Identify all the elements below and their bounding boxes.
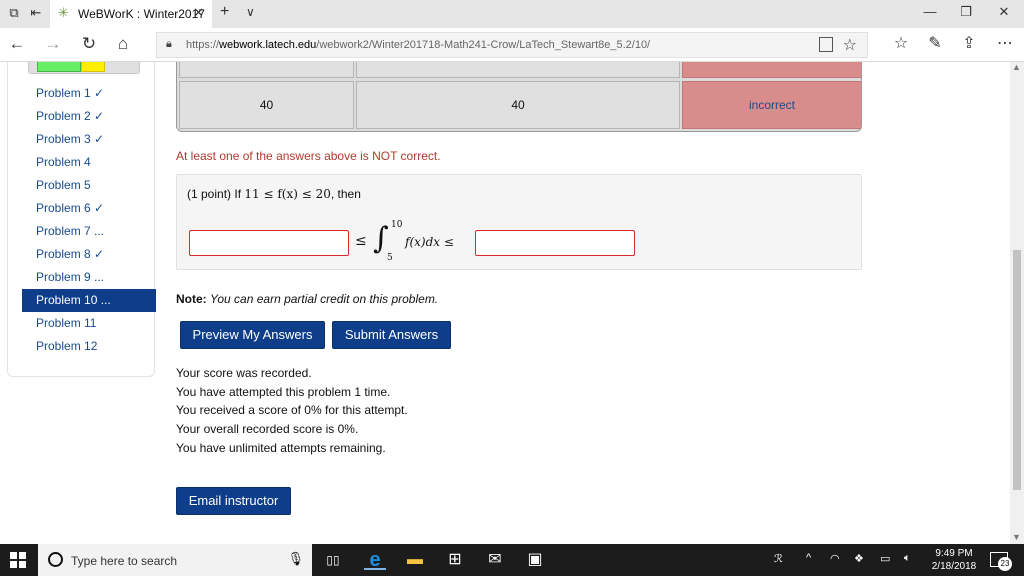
sidebar-problem-4[interactable]: Problem 4	[22, 151, 156, 174]
browser-nav-bar: ← → ↻ ⌂ 🔒︎ https://webwork.latech.edu/we…	[0, 28, 1024, 62]
task-view-icon[interactable]: ▯▯	[322, 550, 344, 570]
problem-statement-box: (1 point) If 11 ≤ f(x) ≤ 20, then ≤ ∫ 10…	[176, 174, 862, 270]
integral-expression: ≤ ∫ 10 5 f(x)dx ≤	[355, 220, 454, 263]
sidebar-problem-2[interactable]: Problem 2 ✓	[22, 105, 156, 128]
score-message: Your score was recorded.	[176, 366, 312, 380]
wifi-icon[interactable]: ◠	[830, 552, 840, 565]
sidebar-problem-5[interactable]: Problem 5	[22, 174, 156, 197]
page-content: Problem 1 ✓ Problem 2 ✓ Problem 3 ✓ Prob…	[0, 62, 1010, 544]
results-table: 40 40 incorrect	[176, 62, 862, 132]
sidebar-problem-6[interactable]: Problem 6 ✓	[22, 197, 156, 220]
favorites-hub-icon[interactable]: ☆	[890, 35, 912, 53]
tab-title: WeBWorK : Winter2017	[78, 7, 205, 21]
score-message: Your overall recorded score is 0%.	[176, 422, 359, 437]
lock-icon: 🔒︎	[166, 38, 172, 50]
sidebar-problem-8[interactable]: Problem 8 ✓	[22, 243, 156, 266]
favorite-star-icon[interactable]: ☆	[843, 35, 857, 55]
sidebar-problem-12[interactable]: Problem 12	[22, 335, 156, 358]
search-placeholder: Type here to search	[71, 554, 178, 568]
taskbar-search-box[interactable]: Type here to search 🎙︎	[38, 544, 312, 576]
store-icon[interactable]: ⊞	[444, 550, 466, 570]
progress-correct-segment	[37, 62, 81, 72]
forward-arrow-icon[interactable]: →	[42, 34, 64, 54]
sidebar-problem-10[interactable]: Problem 10 ...	[22, 289, 156, 312]
webwork-favicon-icon: ✳	[58, 5, 69, 20]
web-note-pen-icon[interactable]: ✎	[924, 35, 946, 53]
results-header-cell	[682, 62, 861, 78]
people-icon[interactable]: ℛ	[774, 552, 783, 565]
windows-taskbar: Type here to search 🎙︎ ▯▯ e ▬ ⊞ ✉ ▣ ℛ ^ …	[0, 544, 1024, 576]
results-preview-cell: 40	[356, 81, 680, 129]
score-message: You have unlimited attempts remaining.	[176, 440, 386, 455]
more-options-icon[interactable]: ⋯	[994, 35, 1016, 53]
photos-icon[interactable]: ▣	[524, 550, 546, 570]
tab-set-aside-icon[interactable]: ⧉	[6, 6, 22, 20]
scrollbar-thumb[interactable]	[1013, 250, 1021, 490]
windows-start-icon[interactable]	[10, 552, 26, 568]
minimize-icon[interactable]: —	[920, 4, 940, 19]
scroll-up-icon[interactable]: ▲	[1012, 62, 1021, 72]
score-message: You received a score of 0% for this atte…	[176, 403, 408, 418]
refresh-icon[interactable]: ↻	[78, 34, 100, 54]
edge-browser-icon[interactable]: e	[364, 550, 386, 570]
notification-count: 23	[998, 557, 1012, 571]
email-instructor-button[interactable]: Email instructor	[176, 487, 291, 515]
cortana-circle-icon	[48, 552, 63, 567]
tab-menu-chevron-icon[interactable]: ∨	[246, 5, 255, 19]
address-bar[interactable]: 🔒︎ https://webwork.latech.edu/webwork2/W…	[156, 32, 868, 58]
results-header-cell	[179, 62, 354, 78]
score-message: You have attempted this problem 1 time.	[176, 384, 391, 399]
back-arrow-icon[interactable]: ←	[6, 34, 28, 54]
home-icon[interactable]: ⌂	[112, 34, 134, 54]
incorrect-warning: At least one of the answers above is NOT…	[176, 149, 441, 163]
sidebar-problem-1[interactable]: Problem 1 ✓	[22, 82, 156, 105]
scroll-down-icon[interactable]: ▼	[1012, 532, 1021, 542]
restore-icon[interactable]: ❐	[956, 4, 976, 20]
new-tab-icon[interactable]: +	[220, 3, 229, 21]
action-center-icon[interactable]: 23	[990, 552, 1012, 571]
url-text: https://webwork.latech.edu/webwork2/Wint…	[186, 39, 651, 51]
progress-partial-segment	[81, 62, 105, 72]
page-scrollbar[interactable]: ▲ ▼	[1010, 62, 1024, 544]
show-hidden-icons-chevron[interactable]: ^	[806, 552, 811, 564]
score-summary: Your score was recorded. You have attemp…	[176, 364, 408, 457]
results-status-cell: incorrect	[682, 81, 861, 129]
preview-answers-button[interactable]: Preview My Answers	[180, 321, 325, 349]
volume-muted-icon[interactable]: 🔈︎	[904, 552, 911, 565]
dropbox-icon[interactable]: ❖	[854, 552, 864, 565]
partial-credit-note: Note: You can earn partial credit on thi…	[176, 292, 439, 306]
share-icon[interactable]: ⇪	[958, 35, 980, 53]
problem-list: Problem 1 ✓ Problem 2 ✓ Problem 3 ✓ Prob…	[22, 82, 156, 358]
sidebar-problem-7[interactable]: Problem 7 ...	[22, 220, 156, 243]
problem-statement: (1 point) If 11 ≤ f(x) ≤ 20, then	[187, 187, 361, 201]
reading-view-icon[interactable]	[819, 37, 833, 52]
browser-tab-active[interactable]: ✳ WeBWorK : Winter2017 ✕	[50, 0, 212, 28]
results-entered-cell: 40	[179, 81, 354, 129]
submit-answers-button[interactable]: Submit Answers	[332, 321, 451, 349]
file-explorer-icon[interactable]: ▬	[404, 550, 426, 570]
answer-input-upper-bound[interactable]	[475, 230, 635, 256]
close-tab-icon[interactable]: ✕	[193, 5, 204, 21]
mail-icon[interactable]: ✉	[484, 550, 506, 570]
taskbar-clock[interactable]: 9:49 PM 2/18/2018	[924, 547, 984, 573]
show-tabs-icon[interactable]: ⇤	[28, 6, 44, 20]
results-header-cell	[356, 62, 680, 78]
answer-input-lower-bound[interactable]	[189, 230, 349, 256]
battery-icon[interactable]: ▭	[880, 552, 890, 565]
sidebar-problem-3[interactable]: Problem 3 ✓	[22, 128, 156, 151]
sidebar-problem-9[interactable]: Problem 9 ...	[22, 266, 156, 289]
sidebar-problem-11[interactable]: Problem 11	[22, 312, 156, 335]
microphone-icon[interactable]: 🎙︎	[287, 551, 304, 567]
problem-sidebar: Problem 1 ✓ Problem 2 ✓ Problem 3 ✓ Prob…	[7, 62, 156, 377]
close-window-icon[interactable]: ✕	[994, 4, 1014, 20]
progress-bar	[28, 62, 140, 74]
browser-tab-bar: ⧉ ⇤ ✳ WeBWorK : Winter2017 ✕ + ∨ — ❐ ✕	[0, 0, 1024, 28]
